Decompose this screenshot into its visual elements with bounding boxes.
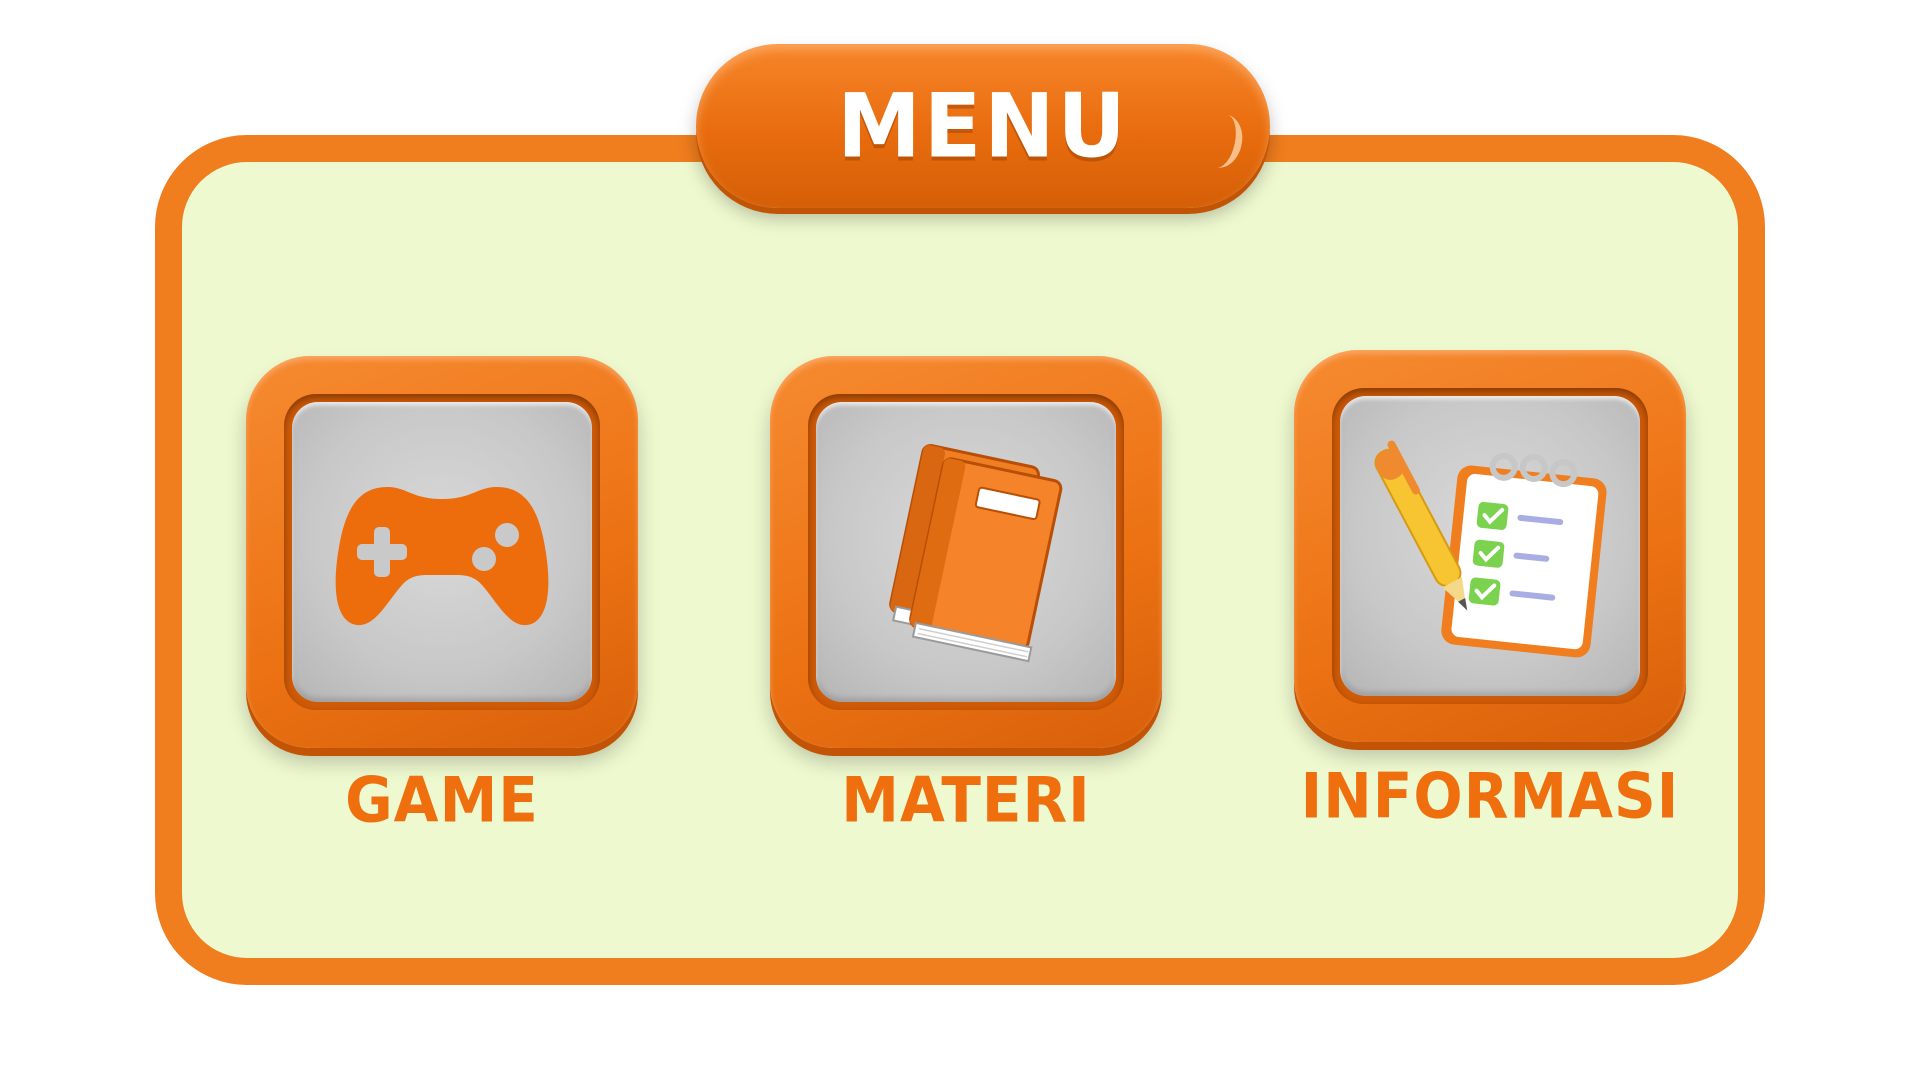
game-label[interactable]: GAME [246, 763, 638, 836]
game-button[interactable] [246, 356, 638, 748]
books-icon [861, 437, 1071, 667]
tile-face [816, 402, 1116, 702]
tile-face [292, 402, 592, 702]
checklist-notepad-icon [1370, 431, 1610, 661]
informasi-label[interactable]: INFORMASI [1294, 759, 1686, 832]
gamepad-icon [327, 467, 557, 637]
materi-button[interactable] [770, 356, 1162, 748]
materi-label[interactable]: MATERI [770, 763, 1162, 836]
menu-title-banner: MENU [696, 44, 1270, 208]
banner-shine-decoration [1195, 110, 1248, 172]
tile-face [1340, 396, 1640, 696]
menu-title: MENU [837, 74, 1129, 178]
informasi-button[interactable] [1294, 350, 1686, 742]
menu-screen: MENU GAME MATERI INFORMASI [0, 0, 1920, 1080]
